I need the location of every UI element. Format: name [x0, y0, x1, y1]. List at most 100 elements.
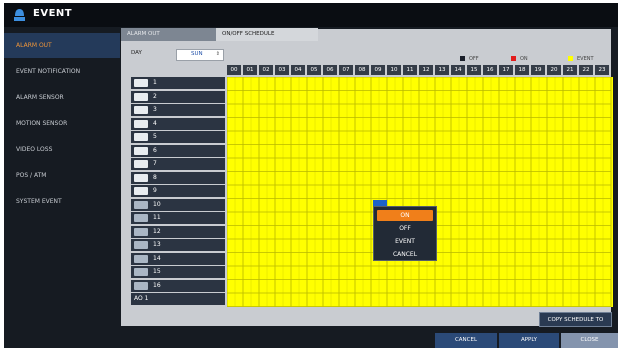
hour-label-12: 12 [419, 65, 433, 75]
sidebar-item-pos-atm[interactable]: POS / ATM [4, 163, 120, 188]
channel-label: 4 [153, 119, 157, 127]
day-dropdown[interactable]: SUN ⇕ [176, 49, 224, 61]
camera-channel-icon [134, 79, 148, 87]
hour-label-05: 05 [307, 65, 321, 75]
camera-channel-icon [134, 92, 148, 101]
channel-label: 1 [153, 79, 157, 86]
camera-channel-icon [134, 146, 148, 155]
channel-label: 11 [153, 214, 161, 221]
hour-label-02: 02 [259, 65, 273, 75]
channel-label: 7 [153, 160, 157, 167]
legend-on: ON [511, 56, 528, 62]
sensor-channel-icon [134, 281, 148, 290]
sidebar-item-motion-sensor[interactable]: MOTION SENSOR [4, 111, 120, 136]
channel-row-1[interactable]: 1 [131, 77, 225, 89]
dropdown-arrow-icon: ⇕ [215, 51, 220, 57]
channel-row-6[interactable]: 6 [131, 144, 225, 157]
hour-label-06: 06 [323, 65, 337, 75]
channel-row-3[interactable]: 3 [131, 104, 225, 116]
channel-row-2[interactable]: 2 [131, 90, 225, 103]
channel-label: 2 [153, 92, 157, 100]
day-label: DAY [131, 50, 142, 56]
hour-label-00: 00 [227, 65, 241, 75]
legend-event: EVENT [568, 56, 594, 62]
camera-channel-icon [134, 160, 148, 168]
legend-label-on: ON [520, 56, 528, 62]
sidebar-item-alarm-sensor[interactable]: ALARM SENSOR [4, 85, 120, 110]
apply-button[interactable]: APPLY [499, 333, 559, 348]
hour-label-07: 07 [339, 65, 353, 75]
channel-row-15[interactable]: 15 [131, 266, 225, 278]
popup-item-on[interactable]: ON [377, 210, 433, 221]
channel-row-7[interactable]: 7 [131, 158, 225, 170]
copy-schedule-button[interactable]: COPY SCHEDULE TO [539, 312, 612, 327]
hour-label-04: 04 [291, 65, 305, 75]
channel-label: 10 [153, 200, 161, 208]
channel-label: 15 [153, 268, 161, 275]
channel-label: 3 [153, 106, 157, 113]
hour-label-18: 18 [515, 65, 529, 75]
hour-label-08: 08 [355, 65, 369, 75]
hour-label-16: 16 [483, 65, 497, 75]
sidebar-item-video-loss[interactable]: VIDEO LOSS [4, 137, 120, 162]
channel-row-13[interactable]: 13 [131, 239, 225, 251]
channel-row-10[interactable]: 10 [131, 198, 225, 211]
sidebar-item-system-event[interactable]: SYSTEM EVENT [4, 189, 120, 214]
channel-row-14[interactable]: 14 [131, 252, 225, 265]
channel-row-9[interactable]: 9 [131, 185, 225, 197]
popup-item-cancel[interactable]: CANCEL [377, 249, 433, 260]
channel-label: 13 [153, 241, 161, 248]
channel-row-8[interactable]: 8 [131, 171, 225, 184]
hour-label-14: 14 [451, 65, 465, 75]
channel-row-5[interactable]: 5 [131, 131, 225, 143]
channel-row-11[interactable]: 11 [131, 212, 225, 224]
channel-row-16[interactable]: 16 [131, 279, 225, 292]
sensor-channel-icon [134, 227, 148, 236]
channel-label: 5 [153, 133, 157, 140]
tab-alarm-out[interactable]: ALARM OUT [121, 28, 216, 41]
sidebar: ALARM OUT EVENT NOTIFICATION ALARM SENSO… [4, 27, 120, 348]
hour-label-09: 09 [371, 65, 385, 75]
camera-channel-icon [134, 173, 148, 182]
camera-channel-icon [134, 133, 148, 141]
camera-channel-icon [134, 187, 148, 195]
tab-on-off-schedule[interactable]: ON/OFF SCHEDULE [216, 28, 318, 41]
sensor-channel-icon [134, 200, 148, 209]
camera-icon [14, 9, 25, 21]
sidebar-item-alarm-out[interactable]: ALARM OUT [4, 33, 120, 58]
channel-label: 8 [153, 173, 157, 181]
legend-off: OFF [460, 56, 479, 62]
close-button[interactable]: CLOSE [561, 333, 618, 348]
sensor-channel-icon [134, 254, 148, 263]
channel-label: 16 [153, 281, 161, 289]
day-value: SUN [191, 51, 203, 57]
popup-item-off[interactable]: OFF [377, 223, 433, 234]
schedule-grid[interactable] [227, 77, 613, 307]
hour-label-21: 21 [563, 65, 577, 75]
sidebar-item-event-notification[interactable]: EVENT NOTIFICATION [4, 59, 120, 84]
camera-channel-icon [134, 119, 148, 128]
hour-label-22: 22 [579, 65, 593, 75]
channel-label: 6 [153, 146, 157, 154]
legend-label-off: OFF [469, 56, 479, 62]
hour-label-23: 23 [595, 65, 609, 75]
channel-label: AO 1 [134, 295, 149, 302]
cancel-button[interactable]: CANCEL [435, 333, 497, 348]
sensor-channel-icon [134, 214, 148, 222]
hour-label-20: 20 [547, 65, 561, 75]
window-title: EVENT [33, 8, 73, 19]
title-bar: EVENT [4, 3, 618, 27]
hour-label-17: 17 [499, 65, 513, 75]
hour-label-13: 13 [435, 65, 449, 75]
hour-label-03: 03 [275, 65, 289, 75]
legend-swatch-on [511, 56, 516, 61]
legend-swatch-event [568, 56, 573, 61]
channel-label: 14 [153, 254, 161, 262]
camera-channel-icon [134, 106, 148, 114]
channel-row-12[interactable]: 12 [131, 225, 225, 238]
hour-label-15: 15 [467, 65, 481, 75]
popup-item-event[interactable]: EVENT [377, 236, 433, 247]
schedule-popup-menu: ON OFF EVENT CANCEL [373, 206, 437, 261]
channel-row-17[interactable]: AO 1 [131, 293, 225, 305]
channel-row-4[interactable]: 4 [131, 117, 225, 130]
